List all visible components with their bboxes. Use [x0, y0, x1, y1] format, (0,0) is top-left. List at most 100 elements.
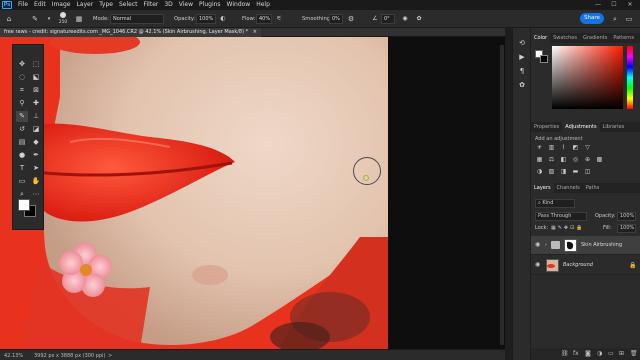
vertical-scrollbar[interactable]	[500, 45, 504, 345]
menu-image[interactable]: Image	[49, 0, 74, 10]
document-tab[interactable]: free raws - credit: signatureedits.com _…	[0, 28, 261, 37]
clone-stamp-icon[interactable]: ⊥	[30, 111, 42, 122]
threshold-icon[interactable]: ◨	[559, 168, 568, 176]
zoom-level[interactable]: 42.13%	[4, 353, 23, 359]
channel-mixer-icon[interactable]: ⊕	[583, 156, 592, 164]
tab-gradients[interactable]: Gradients	[580, 33, 610, 43]
color-picker-field[interactable]	[552, 46, 623, 109]
menu-plugins[interactable]: Plugins	[196, 0, 224, 10]
pressure-opacity-icon[interactable]: ◐	[218, 14, 228, 24]
layer-row-skin-airbrushing[interactable]: ◉ › Skin Airbrushing	[531, 236, 640, 255]
marquee-tool-icon[interactable]: ⬚	[30, 59, 42, 70]
menu-type[interactable]: Type	[96, 0, 116, 10]
layer-style-icon[interactable]: fx	[573, 350, 579, 357]
object-selection-icon[interactable]: ⬕	[30, 72, 42, 83]
airbrush-icon[interactable]: ⚟	[274, 14, 284, 24]
hue-slider[interactable]	[627, 46, 633, 109]
type-tool-icon[interactable]: T	[16, 163, 28, 174]
brush-tool-active-icon[interactable]: ✎	[16, 111, 28, 122]
vibrance-icon[interactable]: ▽	[583, 144, 592, 152]
healing-brush-icon[interactable]: ✚	[30, 98, 42, 109]
brightness-icon[interactable]: ☀	[535, 144, 544, 152]
layer-opacity-field[interactable]: 100%	[617, 212, 636, 221]
smoothing-field[interactable]: 0%	[329, 14, 343, 24]
menu-edit[interactable]: Edit	[31, 0, 49, 10]
history-brush-icon[interactable]: ↺	[16, 124, 28, 135]
gradient-map-icon[interactable]: ▬	[571, 168, 580, 176]
menu-file[interactable]: File	[15, 0, 31, 10]
lock-icons[interactable]: ▦✎✥⊡🔒	[551, 224, 585, 233]
tab-libraries[interactable]: Libraries	[600, 122, 628, 132]
tab-layers[interactable]: Layers	[531, 183, 554, 193]
photo-canvas[interactable]	[0, 37, 388, 349]
status-menu-arrow[interactable]: >	[108, 353, 112, 359]
curves-icon[interactable]: ⌇	[559, 144, 568, 152]
selective-color-icon[interactable]: ◫	[583, 168, 592, 176]
minimize-button[interactable]: —	[590, 0, 606, 10]
tab-adjustments[interactable]: Adjustments	[562, 122, 600, 132]
blend-mode-dropdown[interactable]: Pass Through	[535, 212, 587, 221]
new-group-icon[interactable]: ▭	[608, 350, 614, 357]
brush-tool-icon[interactable]: ✎	[30, 14, 40, 24]
menu-layer[interactable]: Layer	[73, 0, 96, 10]
rectangle-tool-icon[interactable]: ▭	[16, 176, 28, 187]
workspace-icon[interactable]: ▭	[624, 14, 634, 24]
home-icon[interactable]: ⌂	[4, 14, 14, 24]
brush-settings-icon[interactable]: ▦	[74, 14, 84, 24]
eraser-icon[interactable]: ◪	[30, 124, 42, 135]
tab-channels[interactable]: Channels	[554, 183, 583, 193]
tab-swatches[interactable]: Swatches	[550, 33, 580, 43]
mode-dropdown[interactable]: Normal	[110, 14, 164, 24]
dodge-tool-icon[interactable]: ●	[16, 150, 28, 161]
tab-patterns[interactable]: Patterns	[610, 33, 637, 43]
paragraph-icon[interactable]: ¶	[517, 66, 527, 76]
symmetry-icon[interactable]: ✿	[414, 14, 424, 24]
hue-saturation-icon[interactable]: ▦	[535, 156, 544, 164]
layer-row-background[interactable]: ◉ Background 🔒	[531, 256, 640, 275]
path-selection-icon[interactable]: ➤	[30, 163, 42, 174]
expand-chevron-icon[interactable]: ›	[545, 242, 547, 248]
tab-properties[interactable]: Properties	[531, 122, 562, 132]
black-white-icon[interactable]: ◧	[559, 156, 568, 164]
layer-thumbnail[interactable]	[546, 259, 559, 272]
add-mask-icon[interactable]: ◙	[585, 350, 591, 357]
menu-help[interactable]: Help	[253, 0, 273, 10]
canvas-area[interactable]	[0, 37, 505, 349]
actions-icon[interactable]: ▶	[517, 52, 527, 62]
brush-preset-picker[interactable]: ▾	[44, 14, 54, 24]
menu-view[interactable]: View	[176, 0, 196, 10]
brushes-panel-icon[interactable]: ✿	[517, 80, 527, 90]
menu-window[interactable]: Window	[224, 0, 254, 10]
new-layer-icon[interactable]: ⊞	[619, 350, 624, 357]
tab-color[interactable]: Color	[531, 33, 551, 43]
share-button[interactable]: Share	[580, 13, 604, 24]
gradient-tool-icon[interactable]: ▤	[16, 137, 28, 148]
exposure-icon[interactable]: ◩	[571, 144, 580, 152]
delete-layer-icon[interactable]: 🗑	[630, 350, 638, 357]
maximize-button[interactable]: ☐	[606, 0, 622, 10]
fill-field[interactable]: 100%	[617, 224, 636, 233]
invert-icon[interactable]: ◑	[535, 168, 544, 176]
tab-paths[interactable]: Paths	[583, 183, 603, 193]
pressure-size-icon[interactable]: ◉	[400, 14, 410, 24]
foreground-color-swatch[interactable]	[18, 199, 30, 211]
posterize-icon[interactable]: ▧	[547, 168, 556, 176]
link-layers-icon[interactable]: ⛓	[561, 350, 569, 357]
menu-select[interactable]: Select	[116, 0, 141, 10]
opacity-field[interactable]: 100%	[196, 14, 216, 24]
menu-3d[interactable]: 3D	[161, 0, 175, 10]
layer-mask-thumbnail[interactable]	[564, 239, 577, 252]
close-document-icon[interactable]: ×	[253, 29, 257, 35]
menu-filter[interactable]: Filter	[141, 0, 162, 10]
adjustment-layer-icon[interactable]: ◑	[597, 350, 602, 357]
angle-field[interactable]: 0°	[381, 14, 395, 24]
frame-tool-icon[interactable]: ⊠	[30, 85, 42, 96]
eyedropper-icon[interactable]: ⚲	[16, 98, 28, 109]
search-icon[interactable]: ⌕	[610, 14, 620, 24]
lasso-tool-icon[interactable]: ◌	[16, 72, 28, 83]
flow-field[interactable]: 40%	[256, 14, 272, 24]
history-icon[interactable]: ⟲	[517, 38, 527, 48]
eye-icon[interactable]: ◉	[535, 242, 542, 248]
brush-size-value[interactable]: 250	[56, 10, 70, 25]
color-balance-icon[interactable]: ⚖	[547, 156, 556, 164]
